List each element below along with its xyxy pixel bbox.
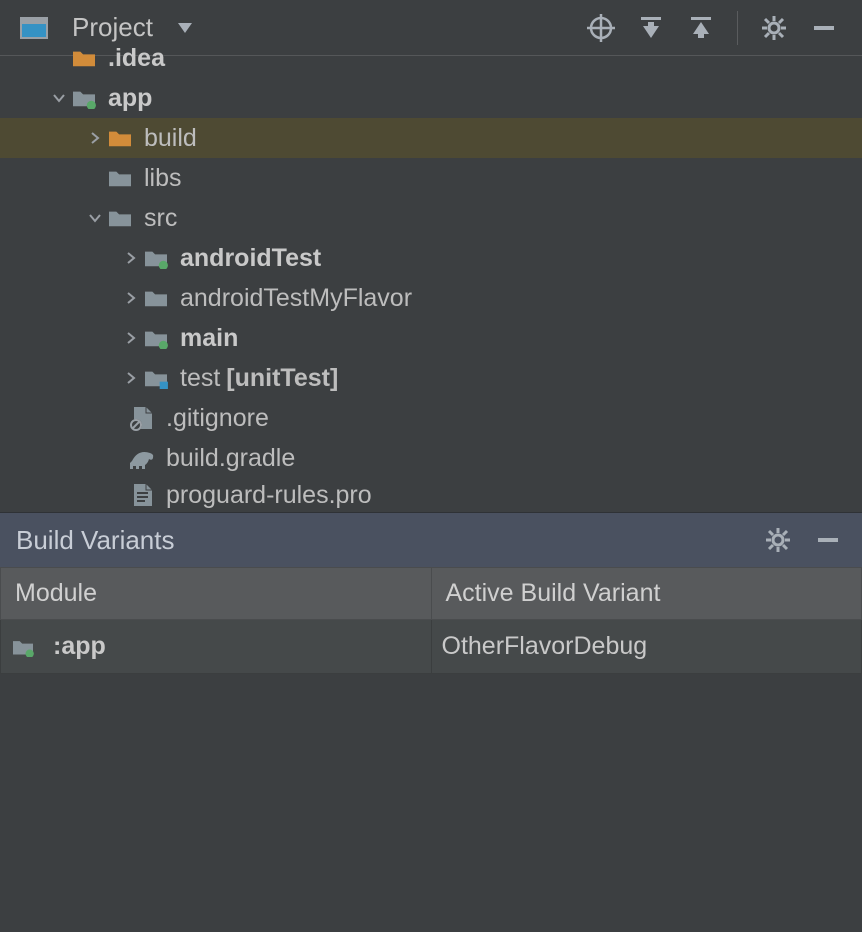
tree-item-androidtest[interactable]: androidTest: [0, 238, 862, 278]
tree-item-label: build.gradle: [166, 444, 295, 473]
build-variants-empty-area: [0, 674, 862, 932]
tree-item-main[interactable]: main: [0, 318, 862, 358]
active-variant-cell[interactable]: OtherFlavorDebug: [431, 620, 862, 674]
chevron-right-icon[interactable]: [120, 251, 142, 265]
tree-item-androidtestmyflavor[interactable]: androidTestMyFlavor: [0, 278, 862, 318]
tree-item-label: .idea: [108, 44, 165, 73]
table-row[interactable]: :app OtherFlavorDebug: [1, 620, 862, 674]
folder-icon: [106, 204, 134, 232]
chevron-down-icon[interactable]: [84, 211, 106, 225]
module-folder-icon: [70, 84, 98, 112]
window-icon: [20, 14, 48, 42]
tree-item-label: androidTest: [180, 244, 321, 273]
folder-icon: [142, 284, 170, 312]
build-variants-header: Build Variants: [0, 512, 862, 567]
gradle-file-icon: [128, 444, 156, 472]
tree-item-label: .gitignore: [166, 404, 269, 433]
tree-item-src[interactable]: src: [0, 198, 862, 238]
module-folder-icon: [142, 244, 170, 272]
module-cell: :app: [1, 620, 432, 674]
tree-item-test[interactable]: test [unitTest]: [0, 358, 862, 398]
gear-icon[interactable]: [760, 522, 796, 558]
chevron-down-icon[interactable]: [48, 91, 70, 105]
test-folder-icon: [142, 364, 170, 392]
text-file-icon: [128, 481, 156, 509]
module-folder-icon: [11, 637, 35, 657]
folder-icon: [70, 44, 98, 72]
chevron-right-icon[interactable]: [120, 331, 142, 345]
folder-icon: [106, 124, 134, 152]
build-variants-title: Build Variants: [16, 525, 175, 556]
tree-item-label: src: [144, 204, 177, 233]
tree-item-libs[interactable]: libs: [0, 158, 862, 198]
tree-item-label: build: [144, 124, 197, 153]
tree-item-label: app: [108, 84, 152, 113]
tree-item-label: libs: [144, 164, 182, 193]
tree-item-proguard[interactable]: proguard-rules.pro: [0, 478, 862, 512]
active-variant-value: OtherFlavorDebug: [442, 632, 648, 660]
folder-icon: [106, 164, 134, 192]
chevron-right-icon[interactable]: [120, 291, 142, 305]
tree-item-build[interactable]: build: [0, 118, 862, 158]
module-name: :app: [53, 632, 106, 661]
build-variants-table: Module Active Build Variant :app OtherFl…: [0, 567, 862, 674]
project-tree[interactable]: .idea app build libs: [0, 56, 862, 512]
minimize-icon[interactable]: [810, 522, 846, 558]
tree-item[interactable]: .idea: [0, 38, 862, 78]
chevron-right-icon[interactable]: [84, 131, 106, 145]
tree-item-app[interactable]: app: [0, 78, 862, 118]
tree-item-buildgradle[interactable]: build.gradle: [0, 438, 862, 478]
tree-item-label: proguard-rules.pro: [166, 481, 372, 510]
column-header-module[interactable]: Module: [1, 568, 432, 620]
module-folder-icon: [142, 324, 170, 352]
gitignore-file-icon: [128, 404, 156, 432]
tree-item-suffix: [unitTest]: [226, 364, 338, 393]
tree-item-label: main: [180, 324, 238, 353]
column-header-active-variant[interactable]: Active Build Variant: [431, 568, 862, 620]
chevron-right-icon[interactable]: [120, 371, 142, 385]
tree-item-gitignore[interactable]: .gitignore: [0, 398, 862, 438]
tree-item-label: test: [180, 364, 220, 393]
tree-item-label: androidTestMyFlavor: [180, 284, 412, 313]
